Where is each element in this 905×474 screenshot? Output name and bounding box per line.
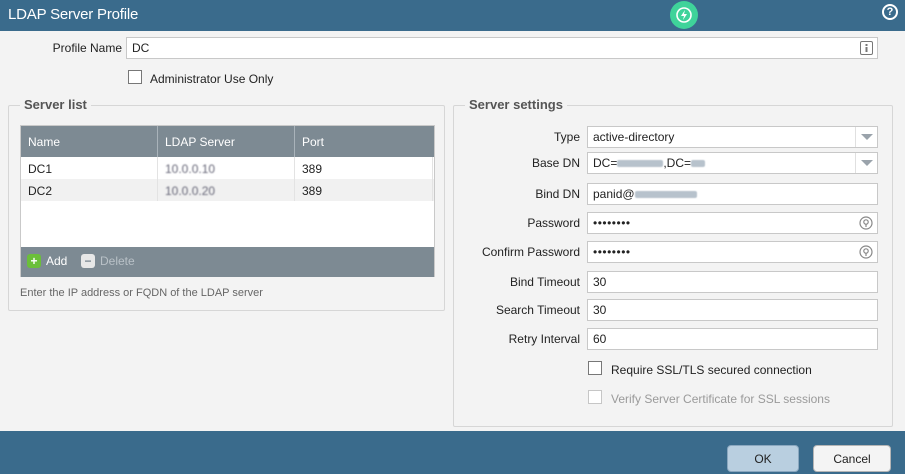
verify-certificate-label: Verify Server Certificate for SSL sessio… [611,392,830,406]
confirm-password-label: Confirm Password [481,245,580,259]
administrator-use-only-checkbox[interactable] [128,70,142,84]
column-header-ldap-server[interactable]: LDAP Server [165,135,235,149]
title-bar: LDAP Server Profile ? [0,0,905,31]
retry-interval-value: 60 [593,332,607,346]
bind-dn-label: Bind DN [535,187,580,201]
password-value: •••••••• [593,216,631,230]
help-icon[interactable]: ? [882,4,898,20]
row-ldap-server: 10.0.0.10 [165,162,216,176]
info-icon [860,41,873,58]
column-header-port[interactable]: Port [302,135,324,149]
retry-interval-input[interactable]: 60 [587,328,878,350]
row-port: 389 [302,184,323,198]
row-ldap-server: 10.0.0.20 [165,184,216,198]
add-label: Add [46,254,68,268]
chevron-down-icon[interactable] [855,127,877,147]
table-row[interactable]: DC1 10.0.0.10 389 [21,157,434,179]
minus-icon: − [81,254,95,268]
chevron-down-icon[interactable] [855,153,877,173]
type-label: Type [553,130,580,144]
eye-icon[interactable] [859,216,873,233]
password-input[interactable]: •••••••• [587,212,878,234]
base-dn-select[interactable]: DC= ,DC= [587,152,878,174]
base-dn-prefix: DC= [593,156,618,170]
search-timeout-label: Search Timeout [495,303,580,317]
bind-dn-input[interactable]: panid@ [587,183,878,205]
type-select[interactable]: active-directory [587,126,878,148]
row-port: 389 [302,162,323,176]
type-value: active-directory [593,130,675,144]
eye-icon[interactable] [859,245,873,262]
bind-dn-prefix: panid@ [593,187,635,201]
search-timeout-input[interactable]: 30 [587,299,878,321]
server-settings-legend: Server settings [465,97,567,112]
confirm-password-value: •••••••• [593,245,631,259]
bolt-icon[interactable] [670,1,698,29]
require-ssl-label: Require SSL/TLS secured connection [611,363,812,377]
delete-button[interactable]: − Delete [81,254,135,268]
profile-name-label: Profile Name [52,41,122,55]
require-ssl-checkbox[interactable] [588,361,602,375]
profile-name-value: DC [132,41,150,55]
retry-interval-label: Retry Interval [508,332,580,346]
server-list-table: Name LDAP Server Port DC1 10.0.0.10 389 … [20,125,435,277]
profile-name-input[interactable]: DC [126,37,878,59]
bind-timeout-input[interactable]: 30 [587,271,878,293]
cancel-button[interactable]: Cancel [813,445,891,472]
confirm-password-input[interactable]: •••••••• [587,241,878,263]
delete-label: Delete [100,254,135,268]
table-row[interactable]: DC2 10.0.0.20 389 [21,179,434,201]
base-dn-mid: ,DC= [663,156,692,170]
dialog-body: Profile Name DC Administrator Use Only S… [0,31,905,431]
plus-icon: + [27,254,41,268]
row-name: DC2 [28,184,53,198]
password-label: Password [527,216,580,230]
window-title: LDAP Server Profile [8,6,139,23]
administrator-use-only-label: Administrator Use Only [150,72,274,86]
server-list-legend: Server list [20,97,91,112]
base-dn-label: Base DN [531,156,580,170]
server-list-hint: Enter the IP address or FQDN of the LDAP… [20,287,263,299]
verify-certificate-checkbox[interactable] [588,390,602,404]
row-name: DC1 [28,162,53,176]
table-toolbar: + Add − Delete [21,247,434,277]
bind-timeout-label: Bind Timeout [509,275,580,289]
search-timeout-value: 30 [593,303,607,317]
ok-button[interactable]: OK [727,445,799,472]
bind-timeout-value: 30 [593,275,607,289]
table-header: Name LDAP Server Port [21,126,434,157]
column-header-name[interactable]: Name [28,135,60,149]
add-button[interactable]: + Add [27,254,67,268]
